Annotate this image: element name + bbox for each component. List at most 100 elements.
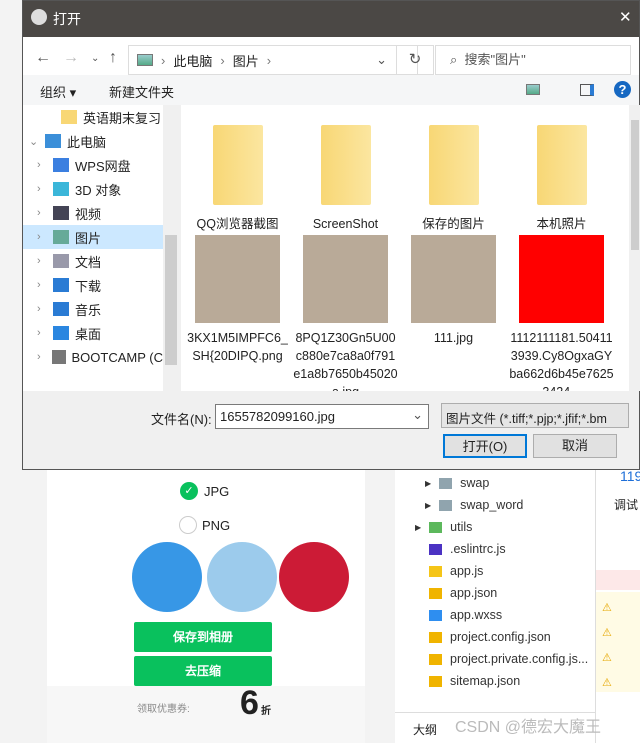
json-icon xyxy=(429,675,442,687)
option-jpg[interactable]: ✓ JPG xyxy=(180,482,229,500)
file-tree-item[interactable]: app.json xyxy=(395,582,595,604)
file-name: app.js xyxy=(450,564,484,578)
json-icon xyxy=(429,587,442,599)
tree-item[interactable]: › 音乐 xyxy=(23,297,163,321)
chevron-right-icon[interactable]: › xyxy=(37,183,47,195)
file-tree-item[interactable]: app.wxss xyxy=(395,604,595,626)
file-name: project.config.json xyxy=(450,630,551,644)
item-label: 8PQ1Z30Gn5U00c880e7ca8a0f791e1a8b7650b45… xyxy=(293,331,398,391)
devtools-panel: 119 调试 ⚠ ⚠ ⚠ ⚠ xyxy=(595,468,640,743)
css-icon xyxy=(429,609,442,621)
filename-input[interactable]: 1655782099160.jpg ⌄ xyxy=(215,404,429,429)
ide-background: ✓ JPG PNG 保存到相册 去压缩 领取优惠券: 6 折 ▶ swap ▶ swap… xyxy=(0,468,640,743)
image-item[interactable]: 111.jpg xyxy=(401,235,506,347)
tree-item[interactable]: › WPS网盘 xyxy=(23,153,163,177)
compress-button[interactable]: 去压缩 xyxy=(134,656,272,686)
file-tree-item[interactable]: project.config.json xyxy=(395,626,595,648)
phone-preview: ✓ JPG PNG 保存到相册 去压缩 领取优惠券: 6 折 xyxy=(47,470,365,743)
address-bar[interactable]: › 此电脑 › 图片 › ⌄ xyxy=(128,45,418,75)
tree-item[interactable]: 英语期末复习 xyxy=(23,105,163,129)
file-name: utils xyxy=(450,520,473,534)
chevron-right-icon[interactable]: › xyxy=(37,279,47,291)
breadcrumb-this-pc[interactable]: 此电脑 xyxy=(173,51,212,70)
recent-chevron-icon[interactable]: ⌄ xyxy=(91,53,99,64)
json-icon xyxy=(429,631,442,643)
file-tree-item[interactable]: ▶ swap_word xyxy=(395,494,595,516)
file-tree-item[interactable]: project.private.config.js... xyxy=(395,648,595,670)
cancel-button[interactable]: 取消 xyxy=(533,434,617,458)
folder-item[interactable]: QQ浏览器截图 xyxy=(185,125,290,233)
close-button[interactable]: ✕ xyxy=(619,8,632,26)
new-folder-button[interactable]: 新建文件夹 xyxy=(109,82,174,101)
chevron-right-icon[interactable]: › xyxy=(37,207,47,219)
file-type-select[interactable]: 图片文件 (*.tiff;*.pjp;*.jfif;*.bm xyxy=(441,403,629,428)
folder-item[interactable]: 本机照片 xyxy=(509,125,614,233)
file-tree-item[interactable]: app.js xyxy=(395,560,595,582)
image-item[interactable]: 3KX1M5IMPFC6_SH{20DIPQ.png xyxy=(185,235,290,365)
chevron-right-icon[interactable]: › xyxy=(37,303,47,315)
chevron-right-icon[interactable]: › xyxy=(37,231,47,243)
chevron-right-icon[interactable]: › xyxy=(37,351,46,363)
back-icon[interactable]: ← xyxy=(35,49,51,67)
picture-icon xyxy=(137,54,153,66)
chevron-right-icon[interactable]: › xyxy=(37,255,47,267)
tree-item-label: WPS网盘 xyxy=(75,158,131,174)
preview-pane-icon[interactable] xyxy=(580,84,594,96)
open-button[interactable]: 打开(O) xyxy=(443,434,527,458)
tree-item-label: 图片 xyxy=(75,230,102,246)
folder-item[interactable]: 保存的图片 xyxy=(401,125,506,233)
file-tree-item[interactable]: .eslintrc.js xyxy=(395,538,595,560)
item-label: QQ浏览器截图 xyxy=(196,217,279,231)
option-png[interactable]: PNG xyxy=(179,516,230,534)
chevron-right-icon[interactable]: › xyxy=(37,159,47,171)
search-input[interactable]: ⌕ 搜索"图片" xyxy=(435,45,631,75)
breadcrumb-pictures[interactable]: 图片 xyxy=(233,51,259,70)
warning-rows: ⚠ ⚠ ⚠ ⚠ xyxy=(596,592,640,692)
tree-item[interactable]: › 图片 xyxy=(23,225,163,249)
image-item[interactable]: 8PQ1Z30Gn5U00c880e7ca8a0f791e1a8b7650b45… xyxy=(293,235,398,391)
tree-item[interactable]: › BOOTCAMP (C xyxy=(23,345,163,369)
content-scrollbar[interactable] xyxy=(629,105,640,391)
image-item[interactable]: 1112111181.504113939.Cy8OgxaGYba662d6b45… xyxy=(509,235,614,391)
tree-item[interactable]: › 文档 xyxy=(23,249,163,273)
file-tree-item[interactable]: ▶ utils xyxy=(395,516,595,538)
dialog-title: 打开 xyxy=(53,11,81,27)
image-thumbnail xyxy=(303,235,388,323)
tree-item-label: 3D 对象 xyxy=(75,182,122,198)
folder-icon xyxy=(428,125,479,205)
help-icon[interactable]: ? xyxy=(614,81,631,98)
save-to-album-button[interactable]: 保存到相册 xyxy=(134,622,272,652)
drive-icon xyxy=(51,350,66,364)
chevron-down-icon[interactable]: ⌄ xyxy=(376,52,387,68)
tree-item[interactable]: › 桌面 xyxy=(23,321,163,345)
coupon-bar: 领取优惠券: 6 折 xyxy=(47,684,365,743)
nav-scrollbar[interactable] xyxy=(163,105,179,391)
tree-item[interactable]: › 视频 xyxy=(23,201,163,225)
image-thumbnail xyxy=(519,235,604,323)
file-tree: ▶ swap ▶ swap_word ▶ utils .eslintrc.js app.js a… xyxy=(395,470,595,743)
open-file-dialog: 打开 ✕ ← → ⌄ ↑ › 此电脑 › 图片 › ⌄ ↻ ⌕ 搜索"图片" 组织 … xyxy=(22,0,640,470)
chevron-down-icon[interactable]: ⌄ xyxy=(29,135,39,148)
item-label: 保存的图片 xyxy=(422,217,485,231)
forward-icon[interactable]: → xyxy=(63,49,79,67)
folder-item[interactable]: ScreenShot xyxy=(293,125,398,233)
filename-value: 1655782099160.jpg xyxy=(220,409,335,424)
up-icon[interactable]: ↑ xyxy=(109,49,117,67)
file-tree-item[interactable]: sitemap.json xyxy=(395,670,595,692)
wechat-icon xyxy=(31,9,47,25)
color-swatch-blue[interactable] xyxy=(132,542,202,612)
devtools-tab[interactable]: 调试 xyxy=(614,496,638,513)
tree-item[interactable]: › 3D 对象 xyxy=(23,177,163,201)
color-swatch-red[interactable] xyxy=(279,542,349,612)
refresh-button[interactable]: ↻ xyxy=(396,45,434,75)
tree-item[interactable]: › 下载 xyxy=(23,273,163,297)
item-label: 111.jpg xyxy=(433,331,474,345)
file-tree-item[interactable]: ▶ swap xyxy=(395,472,595,494)
organize-button[interactable]: 组织 ▾ xyxy=(40,82,76,101)
view-icon[interactable] xyxy=(526,84,540,95)
tree-item[interactable]: ⌄ 此电脑 xyxy=(23,129,163,153)
chevron-down-icon[interactable]: ⌄ xyxy=(412,407,423,423)
chevron-right-icon[interactable]: › xyxy=(37,327,47,339)
cube-icon xyxy=(53,182,69,196)
color-swatch-lightblue[interactable] xyxy=(207,542,277,612)
